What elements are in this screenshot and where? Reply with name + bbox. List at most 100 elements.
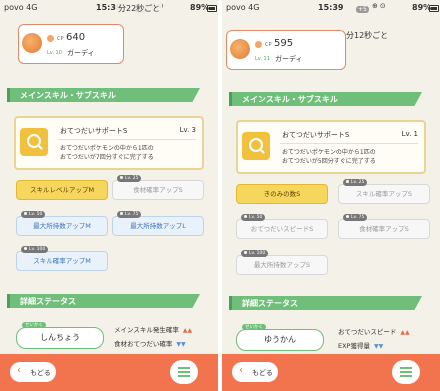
status-icons: ⊕⊙	[372, 2, 388, 10]
sub-skill-label: スキルレベルアップM	[29, 186, 95, 194]
sub-skill-label: きのみの数S	[263, 190, 301, 198]
nature-value: ゆうかん	[264, 335, 296, 344]
main-skill-card[interactable]: おてつだいサポートS Lv. 1 おてつだいポケモンの中から1匹の おてつだいが…	[236, 120, 426, 174]
header-mark	[229, 92, 232, 106]
unlock-level-badge: Lv. 50	[241, 214, 266, 221]
clock: 15:39	[318, 3, 344, 12]
nature-value: しんちょう	[40, 333, 80, 342]
back-button[interactable]: ‹ もどる	[10, 362, 56, 382]
header-label: 詳細ステータス	[242, 299, 298, 308]
chevron-left-icon: ‹	[239, 365, 243, 376]
divider	[58, 139, 196, 140]
unlock-level-badge: Lv. 100	[21, 246, 49, 253]
sub-skill-4[interactable]: Lv. 75 食材確率アップS	[338, 214, 430, 239]
bottom-bar: ‹ もどる	[0, 354, 218, 391]
bottom-bar: ‹ もどる	[222, 354, 440, 391]
carrier-label: povo 4G	[4, 3, 38, 12]
main-skill-name: おてつだいサポートS	[60, 127, 128, 135]
header-mark	[229, 296, 232, 310]
unlock-level-badge: Lv. 25	[343, 179, 368, 186]
main-sub-skill-header: メインスキル・サブスキル	[229, 92, 430, 106]
menu-icon	[178, 367, 190, 369]
unlock-level-badge: Lv. 50	[21, 211, 46, 218]
desc-line-1: おてつだいポケモンの中から1匹の	[282, 149, 376, 156]
pokemon-thumbnail	[22, 33, 42, 53]
nature-tag: ゆうかん	[236, 329, 324, 351]
header-label: メインスキル・サブスキル	[242, 95, 338, 104]
sub-skill-label: スキル確率アップS	[355, 190, 413, 198]
desc-line-2: おてつだいが5回分すぐに完了する	[282, 158, 376, 165]
up-arrows-icon: ▲▲	[400, 329, 410, 336]
left-screenshot: povo 4G 15:39 +5 ⊕⊙ 89% 分22秒ごと CP 640 Lv…	[0, 0, 218, 391]
down-arrows-icon: ▼▼	[176, 341, 186, 348]
sub-skill-label: 最大所持数アップM	[33, 222, 91, 230]
main-sub-skill-header: メインスキル・サブスキル	[7, 88, 208, 102]
chevron-left-icon: ‹	[17, 365, 21, 376]
help-interval-text: 分12秒ごと	[344, 30, 391, 41]
header-mark	[7, 294, 10, 308]
sub-skill-label: おてつだいスピードS	[250, 225, 314, 233]
cp-value: 595	[274, 38, 294, 49]
notification-badge: +5	[356, 6, 369, 13]
pokemon-thumbnail	[230, 39, 250, 59]
sub-skill-label: 食材確率アップS	[359, 225, 409, 233]
back-label: もどる	[30, 369, 51, 377]
sub-skill-5[interactable]: Lv. 100 最大所持数アップS	[236, 250, 328, 275]
pokemon-level: Lv. 10	[47, 50, 62, 56]
sub-skill-1[interactable]: きのみの数S	[236, 184, 328, 204]
status-bar: povo 4G 15:39 +5 ⊕⊙ 89%	[222, 0, 440, 16]
sub-skill-5[interactable]: Lv. 100 スキル確率アップM	[16, 246, 108, 271]
sub-skill-2[interactable]: Lv. 25 食材確率アップS	[112, 175, 204, 200]
desc-line-2: おてつだいが7回分すぐに完了する	[60, 154, 154, 161]
sub-skill-3[interactable]: Lv. 50 最大所持数アップM	[16, 211, 108, 236]
cp-label: CP	[57, 36, 64, 42]
main-skill-level: Lv. 3	[179, 126, 196, 134]
nature-tag: しんちょう	[16, 327, 104, 349]
menu-button[interactable]	[392, 360, 420, 384]
sub-skill-label: スキル確率アップM	[33, 257, 91, 265]
sub-skill-label: 食材確率アップS	[133, 186, 183, 194]
unlock-level-badge: Lv. 25	[117, 175, 142, 182]
nature-effect-up: おてつだいスピード ▲▲	[338, 326, 410, 336]
sub-skill-2[interactable]: Lv. 25 スキル確率アップS	[338, 179, 430, 204]
sub-skill-3[interactable]: Lv. 50 おてつだいスピードS	[236, 214, 328, 239]
pokemon-name: ガーディ	[67, 49, 95, 57]
back-button[interactable]: ‹ もどる	[232, 362, 278, 382]
carrier-label: povo 4G	[226, 3, 260, 12]
battery-icon	[207, 5, 217, 12]
sub-skill-1[interactable]: スキルレベルアップM	[16, 180, 108, 200]
menu-button[interactable]	[170, 360, 198, 384]
main-skill-card[interactable]: おてつだいサポートS Lv. 3 おてつだいポケモンの中から1匹の おてつだいが…	[14, 116, 204, 170]
down-arrows-icon: ▼▼	[373, 343, 384, 350]
main-skill-level: Lv. 1	[401, 130, 418, 138]
pokemon-card: CP 640 Lv. 10 ガーディ	[18, 24, 124, 64]
unlock-level-badge: Lv. 75	[117, 211, 142, 218]
effect-label: EXP獲得量	[338, 342, 370, 350]
cp-value: 640	[66, 32, 86, 43]
status-bar: povo 4G 15:39 +5 ⊕⊙ 89%	[0, 0, 218, 16]
cp-label: CP	[265, 42, 272, 48]
pokemon-card: CP 595 Lv. 11 ガーディ	[226, 30, 346, 70]
detail-status-header: 詳細ステータス	[229, 296, 430, 310]
search-icon	[242, 132, 270, 160]
pokemon-icon	[47, 35, 54, 42]
desc-line-1: おてつだいポケモンの中から1匹の	[60, 145, 154, 152]
sub-skill-4[interactable]: Lv. 75 最大所持数アップL	[112, 211, 204, 236]
right-screenshot: povo 4G 15:39 +5 ⊕⊙ 89% 分12秒ごと CP 595 Lv…	[222, 0, 440, 391]
nature-effect-up: メインスキル発生確率 ▲▲	[114, 324, 192, 334]
menu-icon	[400, 367, 412, 369]
sub-skill-label: 最大所持数アップL	[130, 222, 186, 230]
pokemon-level: Lv. 11	[255, 56, 270, 62]
sub-skill-label: 最大所持数アップS	[253, 261, 311, 269]
search-icon	[20, 128, 48, 156]
nature-effect-down: 食材おてつだい確率 ▼▼	[114, 338, 186, 348]
header-label: 詳細ステータス	[20, 297, 76, 306]
battery-icon	[429, 5, 439, 12]
help-interval-text: 分22秒ごと	[116, 3, 163, 14]
unlock-level-badge: Lv. 100	[241, 250, 269, 257]
main-skill-name: おてつだいサポートS	[282, 131, 350, 139]
header-label: メインスキル・サブスキル	[20, 91, 116, 100]
nature-effect-down: EXP獲得量 ▼▼	[338, 340, 383, 350]
main-skill-description: おてつだいポケモンの中から1匹の おてつだいが7回分すぐに完了する	[60, 144, 154, 162]
pokemon-name: ガーディ	[275, 55, 303, 63]
